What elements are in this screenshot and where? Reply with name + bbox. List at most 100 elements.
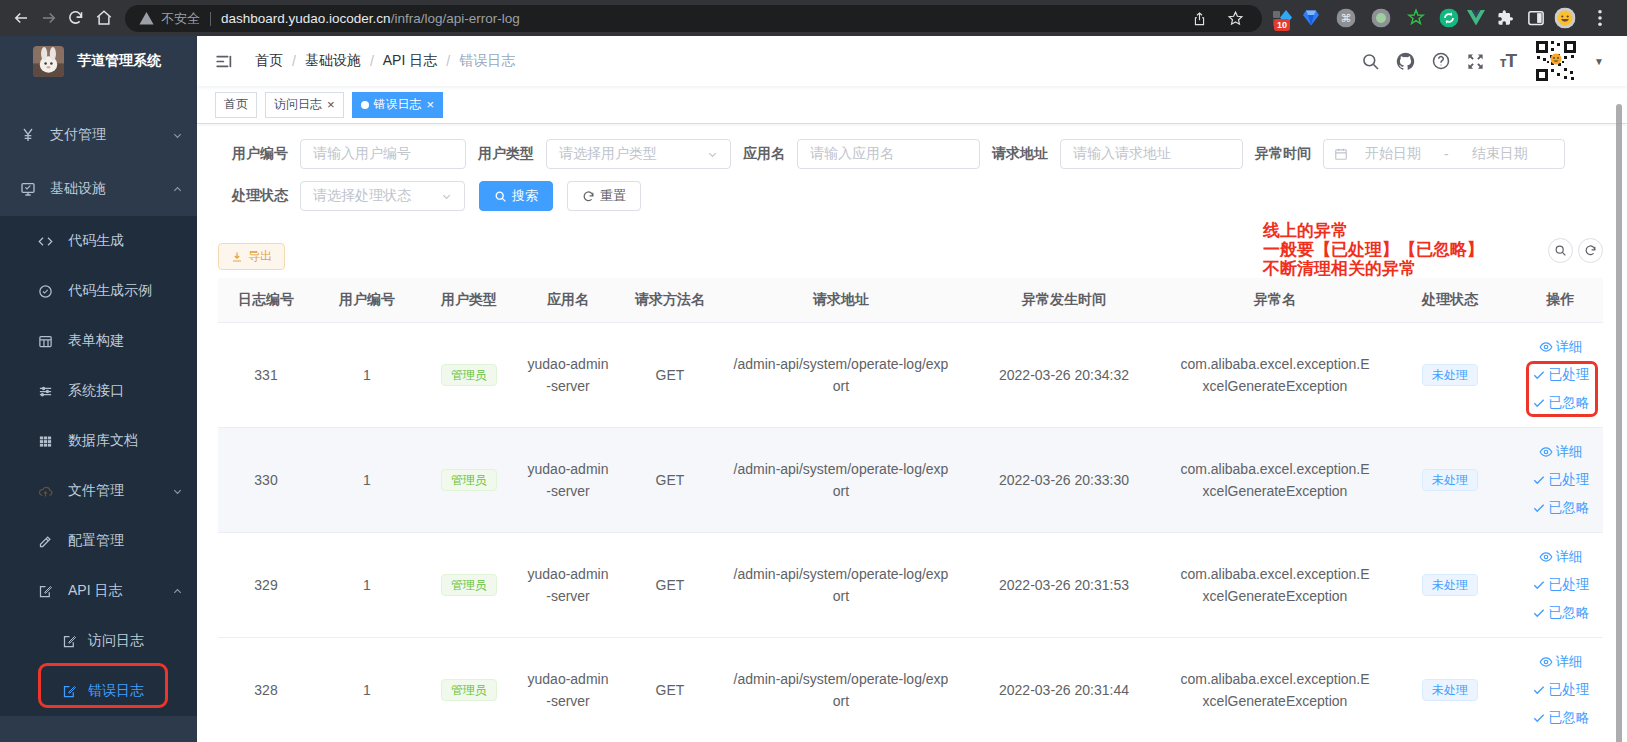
error-log-table: 日志编号 用户编号 用户类型 应用名 请求方法名 请求地址 异常发生时间 异常名… bbox=[218, 278, 1603, 742]
process-status-label: 处理状态 bbox=[232, 187, 300, 205]
github-icon[interactable] bbox=[1395, 50, 1417, 72]
filter-row-2: 处理状态 请选择处理状态 搜索 重置 bbox=[232, 181, 1627, 211]
app-name-label: 应用名 bbox=[743, 145, 797, 163]
export-button[interactable]: 导出 bbox=[218, 243, 285, 270]
app-name-input[interactable]: 请输入应用名 bbox=[797, 139, 980, 169]
font-size-icon[interactable]: тT bbox=[1500, 50, 1516, 72]
refresh-icon bbox=[582, 190, 595, 203]
tab-error-log[interactable]: 错误日志× bbox=[352, 92, 444, 118]
browser-home-icon[interactable] bbox=[95, 9, 113, 27]
status-tag: 未处理 bbox=[1422, 679, 1478, 701]
sidebar-item-infrastructure[interactable]: 基础设施 bbox=[0, 162, 197, 216]
yen-icon bbox=[20, 127, 36, 143]
app-logo-row[interactable]: 芋道管理系统 bbox=[0, 36, 197, 86]
extension-gem-icon[interactable] bbox=[1303, 10, 1319, 27]
extension-command-icon[interactable]: ⌘ bbox=[1337, 9, 1356, 28]
request-url-input[interactable]: 请输入请求地址 bbox=[1060, 139, 1243, 169]
extension-star-icon[interactable] bbox=[1407, 9, 1426, 28]
extension-sidepanel-icon[interactable] bbox=[1527, 9, 1545, 27]
user-avatar-qr[interactable] bbox=[1534, 39, 1578, 83]
page-scrollbar[interactable] bbox=[1616, 104, 1622, 742]
help-icon[interactable] bbox=[1430, 50, 1452, 72]
sidebar-item-code-gen[interactable]: 代码生成 bbox=[0, 216, 197, 266]
check-icon bbox=[1532, 683, 1546, 697]
sidebar-item-config-mgmt[interactable]: 配置管理 bbox=[0, 516, 197, 566]
search-button[interactable]: 搜索 bbox=[479, 181, 553, 211]
process-link[interactable]: 已处理 bbox=[1532, 576, 1590, 594]
fullscreen-icon[interactable] bbox=[1465, 50, 1487, 72]
process-status-select[interactable]: 请选择处理状态 bbox=[300, 181, 465, 211]
check-icon bbox=[1532, 473, 1546, 487]
extension-recorder-icon[interactable] bbox=[1372, 9, 1391, 28]
close-icon[interactable]: × bbox=[427, 98, 435, 111]
share-icon[interactable] bbox=[1192, 11, 1207, 27]
user-type-tag: 管理员 bbox=[441, 679, 497, 701]
user-type-tag: 管理员 bbox=[441, 364, 497, 386]
sidebar-item-api-log[interactable]: API 日志 bbox=[0, 566, 197, 616]
show-search-toggle-button[interactable] bbox=[1548, 238, 1573, 263]
sidebar-item-access-log[interactable]: 访问日志 bbox=[0, 616, 197, 666]
search-icon bbox=[494, 190, 507, 203]
code-icon bbox=[38, 234, 53, 249]
check-icon bbox=[1532, 578, 1546, 592]
breadcrumb-infra[interactable]: 基础设施 bbox=[305, 52, 361, 70]
bookmark-star-icon[interactable] bbox=[1227, 10, 1244, 27]
address-bar[interactable]: 不安全 dashboard.yudao.iocoder.cn/infra/log… bbox=[125, 5, 1262, 32]
check-icon bbox=[1532, 711, 1546, 725]
refresh-table-button[interactable] bbox=[1578, 238, 1603, 263]
annotation-box-sidebar bbox=[38, 663, 168, 708]
breadcrumb-home[interactable]: 首页 bbox=[255, 52, 283, 70]
process-link[interactable]: 已处理 bbox=[1532, 681, 1590, 699]
sidebar-item-form-builder[interactable]: 表单构建 bbox=[0, 316, 197, 366]
sidebar-toggle-icon[interactable] bbox=[215, 53, 232, 70]
user-type-select[interactable]: 请选择用户类型 bbox=[546, 139, 731, 169]
check-icon bbox=[1532, 606, 1546, 620]
header-search-icon[interactable] bbox=[1360, 50, 1382, 72]
chevron-down-icon bbox=[441, 191, 452, 202]
detail-link[interactable]: 详细 bbox=[1539, 338, 1583, 356]
page-content: 用户编号 请输入用户编号 用户类型 请选择用户类型 应用名 请输入应用名 请求地… bbox=[197, 139, 1627, 742]
red-annotation-note: 线上的异常 一般要【已处理】【已忽略】 不断清理相关的异常 bbox=[1263, 221, 1484, 278]
eye-icon bbox=[1539, 445, 1553, 459]
sidebar-item-file-mgmt[interactable]: 文件管理 bbox=[0, 466, 197, 516]
close-icon[interactable]: × bbox=[327, 98, 335, 111]
detail-link[interactable]: 详细 bbox=[1539, 653, 1583, 671]
browser-reload-icon[interactable] bbox=[67, 9, 84, 26]
sidebar-item-db-doc[interactable]: 数据库文档 bbox=[0, 416, 197, 466]
sidebar-menu: 支付管理 基础设施 代码生成 代码生成示例 表单构建 系统接口 bbox=[0, 86, 197, 716]
ignore-link[interactable]: 已忽略 bbox=[1532, 604, 1590, 622]
reset-button[interactable]: 重置 bbox=[567, 181, 641, 211]
detail-link[interactable]: 详细 bbox=[1539, 443, 1583, 461]
browser-profile-avatar[interactable] bbox=[1555, 8, 1576, 29]
status-tag: 未处理 bbox=[1422, 364, 1478, 386]
sidebar-item-payment[interactable]: 支付管理 bbox=[0, 108, 197, 162]
breadcrumb-api-log[interactable]: API 日志 bbox=[383, 52, 437, 70]
ignore-link[interactable]: 已忽略 bbox=[1532, 499, 1590, 517]
not-secure-warning-icon bbox=[139, 12, 154, 25]
browser-menu-dots-icon[interactable] bbox=[1598, 10, 1602, 27]
detail-link[interactable]: 详细 bbox=[1539, 548, 1583, 566]
browser-back-icon[interactable] bbox=[12, 9, 30, 27]
sidebar-item-system-api[interactable]: 系统接口 bbox=[0, 366, 197, 416]
ignore-link[interactable]: 已忽略 bbox=[1532, 709, 1590, 727]
process-link[interactable]: 已处理 bbox=[1532, 471, 1590, 489]
check-icon bbox=[1532, 501, 1546, 515]
sidebar-item-code-demo[interactable]: 代码生成示例 bbox=[0, 266, 197, 316]
sidebar-submenu: 代码生成 代码生成示例 表单构建 系统接口 数据库文档 文件管理 bbox=[0, 216, 197, 716]
tab-home[interactable]: 首页 bbox=[215, 92, 257, 118]
user-id-input[interactable]: 请输入用户编号 bbox=[300, 139, 466, 169]
request-url-label: 请求地址 bbox=[992, 145, 1060, 163]
browser-forward-icon[interactable] bbox=[40, 9, 58, 27]
sidebar: 芋道管理系统 支付管理 基础设施 代码生成 代码生成示例 表单构建 bbox=[0, 36, 197, 742]
monitor-icon bbox=[20, 181, 36, 197]
avatar-caret-icon[interactable]: ▼ bbox=[1594, 56, 1604, 67]
main-area: 首页 / 基础设施 / API 日志 / 错误日志 тT ▼ bbox=[197, 36, 1627, 742]
tab-access-log[interactable]: 访问日志× bbox=[265, 92, 344, 118]
edit-icon bbox=[38, 534, 53, 549]
extension-vue-icon[interactable] bbox=[1467, 10, 1485, 26]
date-range-picker[interactable]: 开始日期 - 结束日期 bbox=[1323, 139, 1565, 169]
url-text: dashboard.yudao.iocoder.cn/infra/log/api… bbox=[221, 11, 520, 26]
download-icon bbox=[231, 251, 243, 263]
extensions-puzzle-icon[interactable] bbox=[1496, 9, 1514, 27]
extension-refresh-icon[interactable] bbox=[1440, 9, 1459, 28]
